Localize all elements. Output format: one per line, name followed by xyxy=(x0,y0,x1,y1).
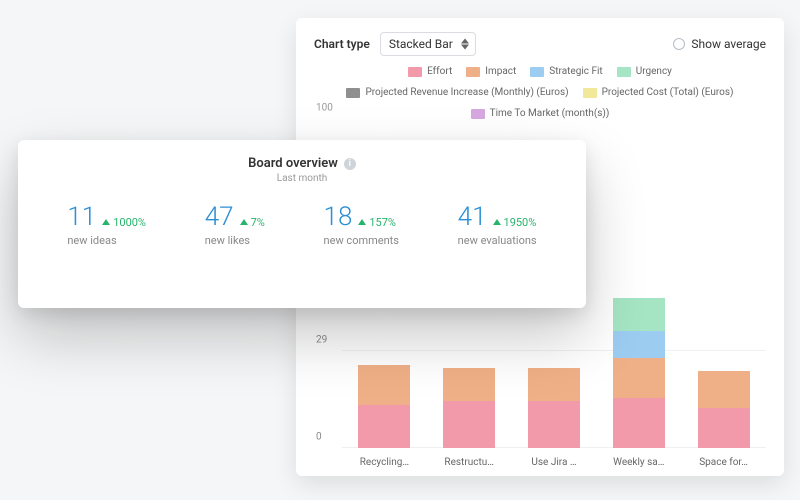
legend-item-effort[interactable]: Effort xyxy=(408,66,452,77)
chart-type-label: Chart type xyxy=(314,37,370,51)
bar-stack-1 xyxy=(443,368,495,448)
stat-label: new comments xyxy=(324,234,399,247)
stat-new-likes[interactable]: 47 7% new likes xyxy=(205,202,265,247)
stat-new-ideas[interactable]: 11 1000% new ideas xyxy=(67,202,146,247)
swatch-icon xyxy=(530,67,544,77)
stat-value: 41 xyxy=(458,202,487,232)
bar-segment xyxy=(613,298,665,331)
show-average-toggle[interactable]: Show average xyxy=(673,37,766,51)
bar-segment xyxy=(358,405,410,448)
bar-col[interactable] xyxy=(352,365,416,448)
y-tick: 0 xyxy=(316,432,322,443)
x-label: Weekly sa… xyxy=(607,457,671,468)
bar-segment xyxy=(528,401,580,448)
swatch-icon xyxy=(346,88,360,98)
legend-item-projected-cost[interactable]: Projected Cost (Total) (Euros) xyxy=(583,87,734,98)
board-overview-card: Board overview i Last month 11 1000% new… xyxy=(18,140,586,308)
legend: Effort Impact Strategic Fit Urgency Proj… xyxy=(314,66,766,119)
chart-type-selected-value: Stacked Bar xyxy=(389,37,453,51)
stat-label: new likes xyxy=(205,234,265,247)
bar-segment xyxy=(613,358,665,398)
controls-row: Chart type Stacked Bar Show average xyxy=(314,32,766,56)
stat-label: new ideas xyxy=(67,234,146,247)
x-label: Recycling… xyxy=(352,457,416,468)
swatch-icon xyxy=(583,88,597,98)
bar-stack-3 xyxy=(613,298,665,448)
overview-header: Board overview i Last month xyxy=(38,156,566,184)
swatch-icon xyxy=(466,67,480,77)
x-label: Restructu… xyxy=(437,457,501,468)
stat-value: 11 xyxy=(67,202,96,232)
info-icon[interactable]: i xyxy=(344,158,356,170)
bar-segment xyxy=(698,408,750,448)
bar-segment xyxy=(613,331,665,358)
stat-delta: 1950% xyxy=(493,216,537,229)
controls-left: Chart type Stacked Bar xyxy=(314,32,476,56)
swatch-icon xyxy=(617,67,631,77)
bar-segment xyxy=(443,368,495,401)
bar-segment xyxy=(358,365,410,405)
stat-delta: 1000% xyxy=(102,216,146,229)
y-tick-top: 100 xyxy=(316,103,333,114)
x-label: Use Jira … xyxy=(522,457,586,468)
bar-segment xyxy=(613,398,665,448)
legend-item-impact[interactable]: Impact xyxy=(466,66,516,77)
bar-segment xyxy=(443,401,495,448)
stats-row: 11 1000% new ideas 47 7% new likes 18 15… xyxy=(38,202,566,247)
bar-stack-2 xyxy=(528,368,580,448)
bar-stack-0 xyxy=(358,365,410,448)
bar-segment xyxy=(528,368,580,401)
stat-delta: 7% xyxy=(240,216,265,229)
chart-type-select[interactable]: Stacked Bar xyxy=(380,32,476,56)
swatch-icon xyxy=(408,67,422,77)
bar-col[interactable] xyxy=(607,298,671,448)
legend-item-projected-revenue[interactable]: Projected Revenue Increase (Monthly) (Eu… xyxy=(346,87,568,98)
bar-col[interactable] xyxy=(437,368,501,448)
legend-item-strategic-fit[interactable]: Strategic Fit xyxy=(530,66,602,77)
stat-new-comments[interactable]: 18 157% new comments xyxy=(324,202,399,247)
x-label: Space for… xyxy=(692,457,756,468)
legend-item-urgency[interactable]: Urgency xyxy=(617,66,672,77)
chevron-updown-icon xyxy=(461,39,469,50)
stat-new-evaluations[interactable]: 41 1950% new evaluations xyxy=(458,202,537,247)
stat-delta: 157% xyxy=(358,216,396,229)
overview-title: Board overview i xyxy=(248,156,356,171)
stat-value: 47 xyxy=(205,202,234,232)
bar-stack-4 xyxy=(698,371,750,448)
show-average-label: Show average xyxy=(691,37,766,51)
stat-label: new evaluations xyxy=(458,234,537,247)
bar-col[interactable] xyxy=(522,368,586,448)
x-axis-labels: Recycling… Restructu… Use Jira … Weekly … xyxy=(342,457,766,468)
overview-subtitle: Last month xyxy=(38,173,566,184)
bar-segment xyxy=(698,371,750,408)
radio-icon xyxy=(673,38,685,50)
stat-value: 18 xyxy=(324,202,353,232)
bar-col[interactable] xyxy=(692,371,756,448)
y-tick: 29 xyxy=(316,335,327,346)
